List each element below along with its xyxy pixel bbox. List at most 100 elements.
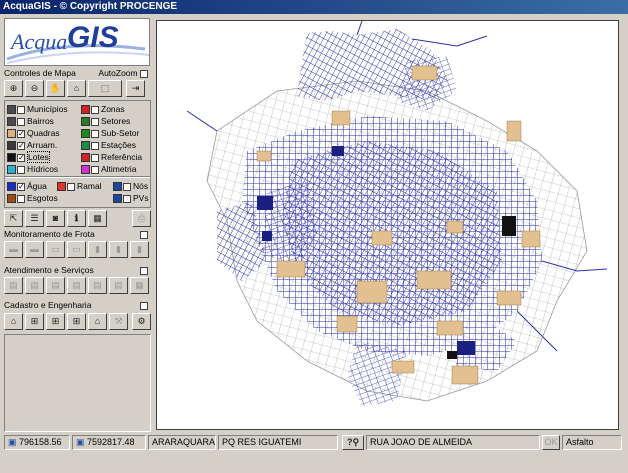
zoom-out-icon: ⊖ bbox=[30, 83, 39, 93]
layer-color-swatch bbox=[81, 141, 90, 151]
print-button[interactable]: ⎙ bbox=[132, 210, 151, 227]
engineering-tool-5-button[interactable]: ⌂ bbox=[88, 313, 107, 330]
autozoom-group: AutoZoom bbox=[98, 68, 148, 79]
layer-setores[interactable]: Setores bbox=[81, 115, 130, 127]
service-tool-7-button[interactable]: ▦ bbox=[130, 277, 149, 294]
autozoom-checkbox[interactable] bbox=[140, 69, 148, 78]
engineering-tool-1-button[interactable]: ⌂ bbox=[4, 313, 23, 330]
export-button[interactable]: ⇱ bbox=[4, 210, 23, 227]
fleet-tool-2-button[interactable]: ▬ bbox=[25, 241, 44, 258]
layer-municipios[interactable]: Municípios bbox=[7, 103, 68, 115]
neighborhood-field: PQ RES IGUATEMI bbox=[218, 435, 338, 450]
house-icon: ⌂ bbox=[10, 316, 17, 326]
layer-pvs[interactable]: PVs bbox=[113, 192, 149, 204]
service-tool-4-button[interactable]: ▤ bbox=[67, 277, 86, 294]
layer-referencia[interactable]: Referência bbox=[81, 151, 142, 163]
layer-checkbox[interactable] bbox=[17, 105, 25, 114]
layer-label: Referência bbox=[101, 152, 143, 162]
layer-sub-setor[interactable]: Sub-Setor bbox=[81, 127, 139, 139]
layer-label: Sub-Setor bbox=[101, 128, 140, 138]
query-location-button[interactable]: ?⚲ bbox=[342, 435, 364, 450]
service-tool-5-button[interactable]: ▤ bbox=[88, 277, 107, 294]
layer-checkbox[interactable]: ✓ bbox=[17, 129, 25, 138]
layer-checkbox[interactable] bbox=[91, 105, 99, 114]
layer-esgotos[interactable]: Esgotos bbox=[7, 192, 58, 204]
layer-bairros[interactable]: Bairros bbox=[7, 115, 54, 127]
engineering-tool-2-button[interactable]: ⊞ bbox=[25, 313, 44, 330]
engineering-label: Cadastro e Engenharia bbox=[4, 300, 92, 310]
layer-arruamento[interactable]: ✓ Arruam. bbox=[7, 139, 57, 151]
layer-color-swatch bbox=[7, 141, 16, 151]
layer-label: Ramal bbox=[77, 181, 102, 191]
printer-icon: ⎙ bbox=[137, 213, 146, 223]
exit-button[interactable]: ⇥ bbox=[126, 80, 145, 97]
service-tool-3-button[interactable]: ▤ bbox=[46, 277, 65, 294]
window-title: AcquaGIS - © Copyright PROCENGE bbox=[3, 1, 178, 12]
table-button[interactable]: ☰ bbox=[25, 210, 44, 227]
calculator-icon: ▦ bbox=[93, 213, 102, 223]
service-tool-2-button[interactable]: ▤ bbox=[25, 277, 44, 294]
service-tool-1-button[interactable]: ▤ bbox=[4, 277, 23, 294]
engineering-tool-3-button[interactable]: ⊞ bbox=[46, 313, 65, 330]
layer-label: Quadras bbox=[27, 128, 60, 138]
service-icon: ▤ bbox=[114, 280, 123, 290]
engineering-tool-7-button[interactable]: ⚙ bbox=[132, 313, 151, 330]
select-area-button[interactable]: ⬚ bbox=[88, 80, 122, 97]
fleet-tool-6-button[interactable]: ▮ bbox=[109, 241, 128, 258]
layer-checkbox[interactable] bbox=[123, 194, 131, 203]
fleet-monitoring-checkbox[interactable] bbox=[140, 230, 148, 239]
layer-checkbox[interactable] bbox=[123, 182, 131, 191]
info-button[interactable]: ℹ bbox=[67, 210, 86, 227]
fleet-tool-3-button[interactable]: ▭ bbox=[46, 241, 65, 258]
fleet-tool-5-button[interactable]: ▮ bbox=[88, 241, 107, 258]
layer-checkbox[interactable]: ✓ bbox=[17, 141, 25, 150]
calculator-button[interactable]: ▦ bbox=[88, 210, 107, 227]
layer-quadras[interactable]: ✓ Quadras bbox=[7, 127, 60, 139]
layer-checkbox[interactable] bbox=[91, 153, 99, 162]
layer-agua[interactable]: ✓ Água bbox=[7, 180, 47, 192]
dotted-rectangle-icon: ⬚ bbox=[100, 83, 110, 93]
layer-checkbox[interactable] bbox=[91, 165, 99, 174]
map-canvas[interactable] bbox=[156, 20, 619, 430]
service-checkbox[interactable] bbox=[140, 266, 148, 275]
layer-label: Hídricos bbox=[27, 164, 59, 174]
question-pin-icon: ?⚲ bbox=[346, 437, 360, 447]
pan-button[interactable]: ✋ bbox=[46, 80, 65, 97]
engineering-tool-4-button[interactable]: ⊞ bbox=[67, 313, 86, 330]
layer-label: Zonas bbox=[101, 104, 125, 114]
layer-color-swatch bbox=[81, 105, 90, 115]
service-tool-6-button[interactable]: ▤ bbox=[109, 277, 128, 294]
camera-button[interactable]: ◙ bbox=[46, 210, 65, 227]
layer-label: Bairros bbox=[27, 116, 54, 126]
layer-checkbox[interactable] bbox=[17, 194, 25, 203]
layer-checkbox[interactable]: ✓ bbox=[17, 153, 25, 162]
layer-color-swatch bbox=[7, 194, 16, 204]
zoom-out-button[interactable]: ⊖ bbox=[25, 80, 44, 97]
layer-hidricos[interactable]: Hídricos bbox=[7, 163, 58, 175]
engineering-tool-6-button[interactable]: ⚒ bbox=[109, 313, 128, 330]
fleet-tool-4-button[interactable]: ▭ bbox=[67, 241, 86, 258]
layer-lotes[interactable]: ✓ Lotes bbox=[7, 151, 50, 163]
full-extent-button[interactable]: ⌂ bbox=[67, 80, 86, 97]
layer-checkbox[interactable] bbox=[91, 129, 99, 138]
layer-altimetria[interactable]: Altimetria bbox=[81, 163, 136, 175]
layer-color-swatch bbox=[7, 153, 16, 163]
fleet-tool-7-button[interactable]: ▮ bbox=[130, 241, 149, 258]
layer-checkbox[interactable] bbox=[91, 117, 99, 126]
layer-checkbox[interactable] bbox=[67, 182, 75, 191]
layer-checkbox[interactable]: ✓ bbox=[17, 182, 25, 191]
layer-estacoes[interactable]: Estações bbox=[81, 139, 136, 151]
layer-zonas[interactable]: Zonas bbox=[81, 103, 125, 115]
layer-label: Setores bbox=[101, 116, 131, 126]
layer-ramal[interactable]: Ramal bbox=[57, 180, 102, 192]
engineering-checkbox[interactable] bbox=[140, 301, 148, 310]
ok-button[interactable]: OK bbox=[542, 435, 560, 450]
zoom-in-button[interactable]: ⊕ bbox=[4, 80, 23, 97]
layer-checkbox[interactable] bbox=[17, 165, 25, 174]
fleet-tool-1-button[interactable]: ▬ bbox=[4, 241, 23, 258]
layer-checkbox[interactable] bbox=[91, 141, 99, 150]
surface-value: Asfalto bbox=[566, 437, 594, 447]
layer-nos[interactable]: Nós bbox=[113, 180, 148, 192]
layer-checkbox[interactable] bbox=[17, 117, 25, 126]
neighborhood-value: PQ RES IGUATEMI bbox=[222, 437, 302, 447]
